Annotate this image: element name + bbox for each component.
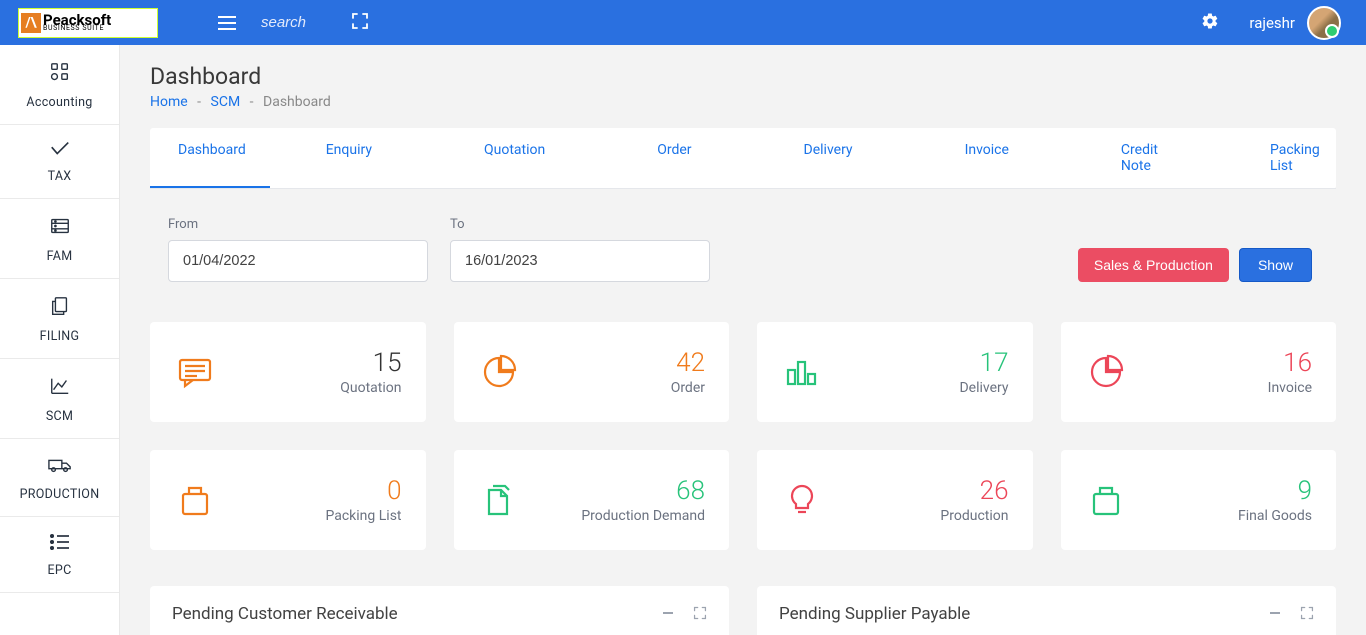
panel-supplier-payable: Pending Supplier Payable (757, 586, 1336, 635)
panel-title: Pending Supplier Payable (779, 604, 1268, 624)
logo[interactable]: /\ Peacksoft BUSINESS SUITE (18, 8, 158, 38)
panels-row: Pending Customer Receivable Pending Supp… (150, 586, 1336, 635)
tabs: Dashboard Enquiry Quotation Order Delivery In… (150, 128, 1336, 189)
tab-dashboard[interactable]: Dashboard (150, 128, 270, 188)
stat-label: Order (671, 380, 705, 396)
panel-customer-receivable: Pending Customer Receivable (150, 586, 729, 635)
pie2-icon (1085, 351, 1127, 393)
stat-label: Production (940, 508, 1008, 524)
settings-icon[interactable] (1201, 12, 1219, 34)
tabs-card: Dashboard Enquiry Quotation Order Delivery In… (150, 128, 1336, 189)
tab-order[interactable]: Order (633, 128, 715, 188)
sales-production-button[interactable]: Sales & Production (1078, 248, 1229, 282)
username-label[interactable]: rajeshr (1249, 14, 1295, 32)
sidebar-item-fam[interactable]: FAM (0, 199, 119, 279)
bars-icon (781, 351, 823, 393)
sidebar-label: FAM (47, 249, 73, 264)
stat-card-delivery[interactable]: 17 Delivery (757, 322, 1033, 422)
tab-invoice[interactable]: Invoice (941, 128, 1033, 188)
sidebar: Accounting TAX FAM FILING SCM (0, 45, 120, 635)
stat-card-packing-list[interactable]: 0 Packing List (150, 450, 426, 550)
user-avatar[interactable] (1307, 6, 1341, 40)
sidebar-item-filing[interactable]: FILING (0, 279, 119, 359)
stat-value: 16 (1268, 348, 1312, 378)
tab-credit-note[interactable]: Credit Note (1097, 128, 1182, 188)
copy-icon (49, 295, 71, 321)
breadcrumb-scm[interactable]: SCM (211, 94, 241, 110)
show-button[interactable]: Show (1239, 248, 1312, 282)
sidebar-label: TAX (48, 169, 72, 184)
sidebar-item-production[interactable]: PRODUCTION (0, 439, 119, 517)
grid-icon (49, 61, 71, 87)
chat-icon (174, 351, 216, 393)
expand-panel-icon[interactable] (1300, 605, 1314, 624)
sidebar-label: SCM (46, 409, 73, 424)
stats-row-2: 0 Packing List 68 Production Demand 26 Produc… (150, 450, 1336, 550)
stat-card-production[interactable]: 26 Production (757, 450, 1033, 550)
stat-card-quotation[interactable]: 15 Quotation (150, 322, 426, 422)
collapse-icon[interactable] (1268, 605, 1282, 624)
stat-label: Delivery (959, 380, 1008, 396)
sidebar-label: EPC (47, 563, 71, 578)
from-label: From (168, 217, 428, 232)
check-icon (49, 141, 71, 161)
logo-mark-icon: /\ (21, 13, 41, 33)
stats-row-1: 15 Quotation 42 Order 17 Delivery 16 Invoice (150, 322, 1336, 422)
stat-card-invoice[interactable]: 16 Invoice (1061, 322, 1337, 422)
search-input[interactable] (261, 14, 341, 31)
breadcrumb-current: Dashboard (263, 94, 331, 110)
sidebar-label: FILING (40, 329, 80, 344)
stat-label: Quotation (340, 380, 401, 396)
logo-text: Peacksoft BUSINESS SUITE (43, 14, 111, 32)
tab-quotation[interactable]: Quotation (460, 128, 569, 188)
pie-icon (478, 351, 520, 393)
tab-delivery[interactable]: Delivery (780, 128, 877, 188)
page-title: Dashboard (150, 63, 1336, 90)
sidebar-label: PRODUCTION (20, 487, 100, 502)
stat-label: Packing List (325, 508, 401, 524)
stat-card-order[interactable]: 42 Order (454, 322, 730, 422)
sidebar-item-epc[interactable]: EPC (0, 517, 119, 593)
chart-line-icon (49, 375, 71, 401)
stat-label: Production Demand (581, 508, 705, 524)
stat-label: Invoice (1268, 380, 1312, 396)
collapse-icon[interactable] (661, 605, 675, 624)
panel-title: Pending Customer Receivable (172, 604, 661, 624)
server-icon (49, 215, 71, 241)
stat-value: 26 (940, 476, 1008, 506)
stat-value: 9 (1238, 476, 1312, 506)
stat-card-final-goods[interactable]: 9 Final Goods (1061, 450, 1337, 550)
expand-panel-icon[interactable] (693, 605, 707, 624)
list-icon (49, 533, 71, 555)
menu-toggle-icon[interactable] (218, 16, 236, 30)
breadcrumb-home[interactable]: Home (150, 94, 188, 110)
stat-card-production-demand[interactable]: 68 Production Demand (454, 450, 730, 550)
truck-icon (48, 455, 72, 479)
stat-value: 17 (959, 348, 1008, 378)
bag-icon (1085, 479, 1127, 521)
stat-value: 0 (325, 476, 401, 506)
sidebar-label: Accounting (26, 95, 92, 110)
from-date-input[interactable] (168, 240, 428, 282)
stat-value: 42 (671, 348, 705, 378)
fullscreen-icon[interactable] (351, 12, 369, 34)
to-label: To (450, 217, 710, 232)
to-date-input[interactable] (450, 240, 710, 282)
sidebar-item-tax[interactable]: TAX (0, 125, 119, 199)
docs-icon (478, 479, 520, 521)
stat-value: 68 (581, 476, 705, 506)
bulb-icon (781, 479, 823, 521)
sidebar-item-scm[interactable]: SCM (0, 359, 119, 439)
tab-packing-list[interactable]: Packing List (1246, 128, 1344, 188)
filter-row: From To Sales & Production Show (150, 189, 1336, 296)
stat-label: Final Goods (1238, 508, 1312, 524)
top-header: /\ Peacksoft BUSINESS SUITE rajeshr (0, 0, 1366, 45)
tab-enquiry[interactable]: Enquiry (302, 128, 396, 188)
sidebar-item-accounting[interactable]: Accounting (0, 45, 119, 125)
breadcrumb: Home - SCM - Dashboard (150, 94, 1336, 110)
bag-icon (174, 479, 216, 521)
stat-value: 15 (340, 348, 401, 378)
